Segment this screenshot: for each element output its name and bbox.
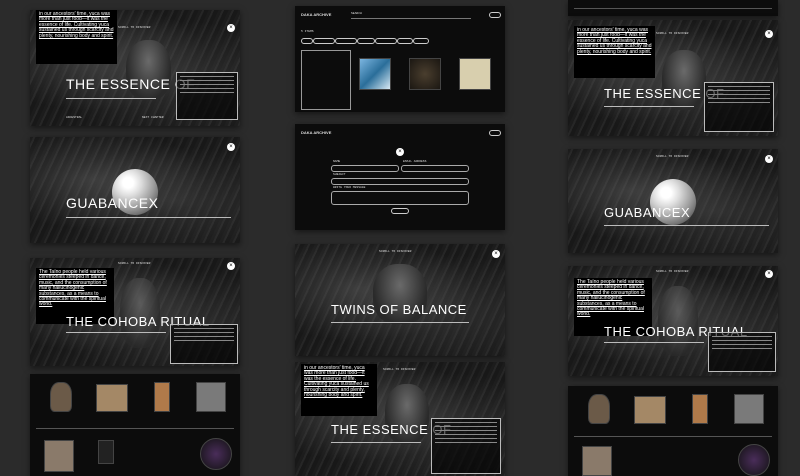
painting-thumb[interactable]	[634, 396, 666, 424]
name-label: NAME	[333, 160, 341, 163]
archive-item-3[interactable]	[409, 58, 441, 90]
footer-right[interactable]: NEXT CHAPTER	[142, 116, 164, 119]
portrait-thumb[interactable]	[734, 394, 764, 424]
footer-left: ANCESTRAL	[66, 116, 83, 119]
divider	[331, 322, 469, 323]
info-panel	[704, 82, 774, 132]
info-panel	[431, 418, 501, 474]
scroll-label: SCROLL TO DISCOVER	[656, 155, 689, 158]
slide-cohoba-right[interactable]: The Taíno people held various ceremonies…	[568, 266, 778, 376]
filter-figures[interactable]	[413, 38, 429, 44]
archive-count: 5 ITEMS	[301, 30, 314, 33]
globe-thumb[interactable]	[738, 444, 770, 476]
archive-title: DAKA ARCHIVE	[301, 130, 332, 135]
name-field[interactable]	[331, 165, 399, 172]
filter-daily-life[interactable]	[375, 38, 397, 44]
filter-spirits[interactable]	[397, 38, 413, 44]
divider	[66, 332, 166, 333]
menu-button[interactable]	[489, 12, 501, 18]
statue-thumb[interactable]	[50, 382, 72, 412]
statue-thumb[interactable]	[588, 394, 610, 424]
archive-gallery-right-top	[568, 0, 778, 16]
divider	[66, 217, 231, 218]
info-panel	[170, 324, 238, 364]
divider	[36, 428, 234, 429]
email-label: EMAIL ADDRESS	[403, 160, 427, 163]
archive-item-1[interactable]	[301, 50, 351, 110]
photo-thumb[interactable]	[44, 440, 74, 472]
archive-item-4[interactable]	[459, 58, 491, 90]
filter-all[interactable]	[301, 38, 313, 44]
scroll-label: SCROLL TO DISCOVER	[656, 32, 689, 35]
subject-field[interactable]	[331, 178, 469, 185]
slide-essence-right[interactable]: in our ancestors' time, yuca was more th…	[568, 20, 778, 136]
relic-thumb[interactable]	[692, 394, 708, 424]
message-label: WRITE YOUR MESSAGE	[333, 186, 366, 189]
essence-quote: in our ancestors' time, yuca was more th…	[36, 10, 117, 64]
divider	[574, 436, 772, 437]
slide-guabancex-right[interactable]: SCROLL TO DISCOVER × GUABANCEX	[568, 149, 778, 253]
search-input[interactable]	[351, 18, 471, 19]
archive-item-2[interactable]	[359, 58, 391, 90]
smoke-figure	[658, 286, 698, 356]
divider	[331, 442, 421, 443]
menu-button[interactable]	[489, 130, 501, 136]
scroll-label: SCROLL TO DISCOVER	[379, 250, 412, 253]
submit-button[interactable]	[391, 208, 409, 214]
guabancex-heading: GUABANCEX	[604, 205, 691, 220]
portrait-thumb[interactable]	[196, 382, 226, 412]
info-panel	[708, 332, 776, 372]
smoke-figure	[120, 278, 160, 348]
slide-twins[interactable]: SCROLL TO DISCOVER × TWINS OF BALANCE	[295, 244, 505, 356]
email-field[interactable]	[401, 165, 469, 172]
slide-cohoba-left[interactable]: The Taíno people held various ceremonies…	[30, 258, 240, 366]
essence-quote: in our ancestors' time, yuca was more th…	[574, 26, 655, 78]
close-icon[interactable]: ×	[227, 262, 235, 270]
search-label: SEARCH	[351, 12, 362, 15]
idol-figure	[662, 50, 706, 110]
archive-browser: DAKA ARCHIVE SEARCH 5 ITEMS	[295, 6, 505, 112]
contact-form: DAKA ARCHIVE × NAME EMAIL ADDRESS SUBJEC…	[295, 124, 505, 230]
scroll-label: SCROLL TO DISCOVER	[383, 368, 416, 371]
archive-gallery-right[interactable]	[568, 386, 778, 476]
guabancex-heading: GUABANCEX	[66, 195, 159, 211]
divider	[66, 98, 156, 99]
slide-essence-left[interactable]: in our ancestors' time, yuca was more th…	[30, 10, 240, 126]
photo-thumb[interactable]	[582, 446, 612, 476]
filter-myths[interactable]	[313, 38, 335, 44]
scroll-label: SCROLL TO DISCOVER	[118, 26, 151, 29]
filter-ceremonies[interactable]	[335, 38, 357, 44]
divider	[604, 225, 769, 226]
info-panel	[176, 72, 238, 120]
essence-quote: in our ancestors' time, yuca was more th…	[301, 364, 377, 416]
divider	[604, 342, 704, 343]
filter-symbols[interactable]	[357, 38, 375, 44]
painting-thumb[interactable]	[96, 384, 128, 412]
scroll-label: SCROLL TO DISCOVER	[118, 262, 151, 265]
close-icon[interactable]: ×	[765, 270, 773, 278]
close-icon[interactable]: ×	[765, 155, 773, 163]
close-icon[interactable]: ×	[765, 30, 773, 38]
divider	[574, 8, 772, 9]
document-thumb[interactable]	[98, 440, 114, 464]
archive-gallery-left[interactable]	[30, 374, 240, 476]
twins-heading: TWINS OF BALANCE	[331, 302, 467, 317]
archive-title: DAKA ARCHIVE	[301, 12, 332, 17]
divider	[604, 106, 694, 107]
relic-thumb[interactable]	[154, 382, 170, 412]
scroll-label: SCROLL TO DISCOVER	[656, 270, 689, 273]
slide-essence-center[interactable]: in our ancestors' time, yuca was more th…	[295, 362, 505, 476]
close-icon[interactable]: ×	[396, 148, 404, 156]
subject-label: SUBJECT	[333, 173, 346, 176]
message-field[interactable]	[331, 191, 469, 205]
close-icon[interactable]: ×	[227, 143, 235, 151]
close-icon[interactable]: ×	[492, 250, 500, 258]
close-icon[interactable]: ×	[227, 24, 235, 32]
slide-guabancex-left[interactable]: × GUABANCEX	[30, 137, 240, 243]
globe-thumb[interactable]	[200, 438, 232, 470]
